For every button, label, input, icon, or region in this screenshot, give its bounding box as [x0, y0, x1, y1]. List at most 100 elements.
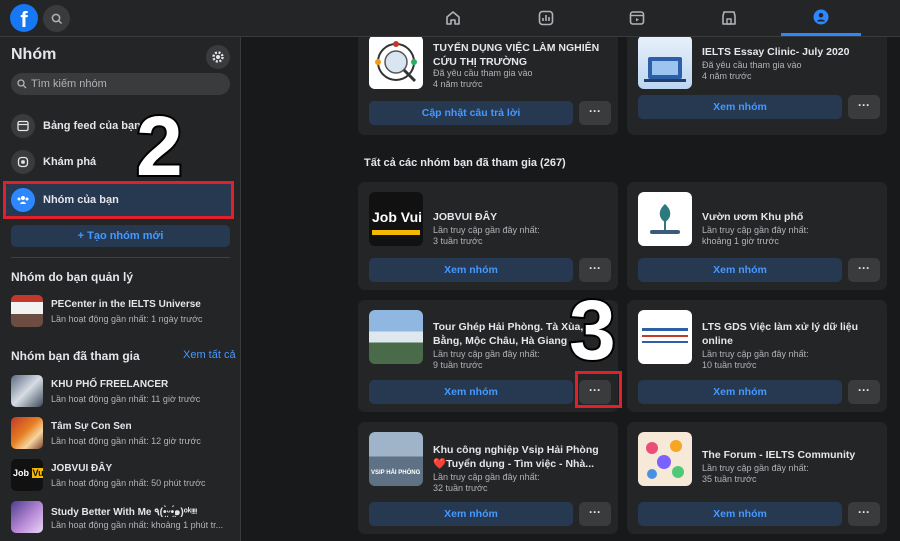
group-last-visit: Lần truy cập gần đây nhất:	[702, 225, 809, 235]
joined-group-item[interactable]: Study Better With Me ٩(•̤̀ᵕ•̤́๑)ᵒᵏᵎᵎᵎᵎ L…	[11, 501, 236, 537]
dashboard-icon	[538, 10, 554, 26]
pending-group-card: IELTS Essay Clinic- July 2020 Đã yêu cầu…	[627, 37, 887, 135]
group-name: LTS GDS Việc làm xử lý dữ liệu online	[702, 321, 859, 347]
group-last-visit: Lần truy cập gần đây nhất:	[702, 349, 809, 359]
pending-group-card: TUYỂN DỤNG VIỆC LÀM NGHIÊN CỨU THỊ TRƯỜN…	[358, 37, 618, 135]
sidebar-item-label: Khám phá	[43, 156, 97, 168]
managed-groups-heading: Nhóm do bạn quản lý	[11, 270, 133, 284]
group-thumbnail: VSIP HẢI PHÒNG	[369, 432, 423, 486]
view-group-button[interactable]: Xem nhóm	[638, 95, 842, 119]
nav-groups-tab[interactable]	[781, 0, 861, 36]
view-group-button[interactable]: Xem nhóm	[369, 502, 573, 526]
group-name: JOBVUI ĐÂY	[51, 463, 113, 474]
group-activity: Lần hoạt động gần nhất: 11 giờ trước	[51, 394, 201, 404]
sidebar-item-label: Bảng feed của bạn	[43, 120, 141, 132]
group-time: 4 năm trước	[433, 79, 483, 89]
group-activity: Lần hoạt động gần nhất: 12 giờ trước	[51, 436, 201, 446]
settings-button[interactable]	[206, 45, 230, 69]
nav-marketplace-tab[interactable]	[689, 0, 769, 36]
create-group-button[interactable]: + Tạo nhóm mới	[11, 225, 230, 247]
group-name: The Forum - IELTS Community	[702, 449, 856, 461]
facebook-logo[interactable]: f	[10, 4, 38, 32]
joined-group-item[interactable]: Tâm Sự Con Sen Lần hoạt động gần nhất: 1…	[11, 417, 236, 453]
group-name: Vườn ươm Khu phố	[702, 211, 804, 223]
step-number-2: 2	[134, 99, 185, 193]
compass-icon	[11, 150, 35, 174]
group-last-visit: Lần truy cập gần đây nhất:	[433, 225, 540, 235]
group-name: Khu công nghiệp Vsip Hải Phòng ❤️Tuyển d…	[433, 444, 599, 470]
step-number-3: 3	[567, 283, 618, 377]
search-icon	[17, 79, 27, 89]
groups-icon	[813, 9, 829, 24]
group-thumbnail	[638, 192, 692, 246]
group-time: khoảng 1 giờ trước	[702, 236, 779, 246]
top-navigation-bar: f	[0, 0, 900, 37]
view-group-button[interactable]: Xem nhóm	[638, 502, 842, 526]
group-time: 10 tuần trước	[702, 360, 757, 370]
groups-sidebar: Nhóm Tìm kiếm nhóm Bảng feed của bạn Khá…	[0, 37, 241, 541]
group-time: 35 tuần trước	[702, 474, 757, 484]
more-options-button[interactable]: ···	[579, 502, 611, 526]
group-name: IELTS Essay Clinic- July 2020	[702, 46, 850, 58]
sidebar-item-feed[interactable]: Bảng feed của bạn	[5, 109, 233, 143]
group-thumbnail	[369, 310, 423, 364]
joined-group-item[interactable]: Job Vui JOBVUI ĐÂY Lần hoạt động gần nhấ…	[11, 459, 236, 495]
group-thumbnail	[11, 417, 43, 449]
gear-icon	[212, 51, 224, 63]
view-group-button[interactable]: Xem nhóm	[369, 258, 573, 282]
sidebar-title: Nhóm	[11, 46, 57, 63]
more-options-button[interactable]: ···	[579, 101, 611, 125]
group-card: Vườn ươm Khu phố Lần truy cập gần đây nh…	[627, 182, 887, 290]
home-icon	[446, 11, 460, 25]
group-time: 32 tuần trước	[433, 483, 488, 493]
group-thumbnail	[369, 37, 423, 89]
view-group-button[interactable]: Xem nhóm	[369, 380, 573, 404]
more-options-button[interactable]: ···	[579, 258, 611, 282]
group-thumbnail	[638, 310, 692, 364]
group-status: Đã yêu cầu tham gia vào	[702, 60, 802, 70]
sidebar-item-discover[interactable]: Khám phá	[5, 145, 233, 179]
group-search-input[interactable]: Tìm kiếm nhóm	[11, 73, 230, 95]
nav-home-tab[interactable]	[413, 0, 493, 36]
more-options-button[interactable]: ···	[848, 258, 880, 282]
search-button[interactable]	[43, 5, 70, 32]
group-name: Tâm Sự Con Sen	[51, 421, 132, 432]
group-thumbnail	[11, 375, 43, 407]
group-name: JOBVUI ĐÂY	[433, 211, 498, 223]
group-name: TUYỂN DỤNG VIỆC LÀM NGHIÊN CỨU THỊ TRƯỜN…	[433, 42, 600, 68]
more-options-button[interactable]: ···	[848, 380, 880, 404]
group-card: The Forum - IELTS Community Lần truy cập…	[627, 422, 887, 534]
group-thumbnail	[638, 37, 692, 89]
nav-watch-tab[interactable]	[597, 0, 677, 36]
search-placeholder: Tìm kiếm nhóm	[31, 78, 107, 90]
group-card: Job Vui JOBVUI ĐÂY Lần truy cập gần đây …	[358, 182, 618, 290]
group-thumbnail	[11, 501, 43, 533]
search-icon	[51, 13, 62, 24]
group-card: LTS GDS Việc làm xử lý dữ liệu online Lầ…	[627, 300, 887, 412]
watch-icon	[629, 11, 645, 25]
see-all-link[interactable]: Xem tất cả	[183, 349, 236, 361]
view-group-button[interactable]: Xem nhóm	[638, 258, 842, 282]
thumbnail-text: VSIP HẢI PHÒNG	[371, 470, 421, 476]
group-thumbnail	[638, 432, 692, 486]
all-groups-heading: Tất cả các nhóm bạn đã tham gia (267)	[364, 157, 566, 169]
group-last-visit: Lần truy cập gần đây nhất:	[702, 463, 809, 473]
group-time: 3 tuần trước	[433, 236, 483, 246]
group-name: KHU PHỐ FREELANCER	[51, 379, 169, 390]
nav-dashboard-tab[interactable]	[506, 0, 586, 36]
group-time: 4 năm trước	[702, 71, 752, 81]
view-group-button[interactable]: Xem nhóm	[638, 380, 842, 404]
group-name: PECenter in the IELTS Universe	[51, 299, 201, 310]
divider	[11, 257, 230, 258]
update-answers-button[interactable]: Cập nhật câu trả lời	[369, 101, 573, 125]
more-options-button[interactable]: ···	[848, 502, 880, 526]
group-activity: Lần hoạt động gần nhất: 50 phút trước	[51, 478, 206, 488]
thumbnail-text: Job Vui	[372, 209, 423, 225]
group-activity: Lần hoạt động gần nhất: khoảng 1 phút tr…	[51, 520, 224, 530]
joined-group-item[interactable]: KHU PHỐ FREELANCER Lần hoạt động gần nhấ…	[11, 375, 236, 411]
managed-group-item[interactable]: PECenter in the IELTS Universe Lần hoạt …	[11, 295, 236, 331]
more-options-button[interactable]: ···	[848, 95, 880, 119]
group-status: Đã yêu cầu tham gia vào	[433, 68, 533, 78]
joined-groups-heading: Nhóm bạn đã tham gia	[11, 349, 140, 363]
group-thumbnail: Job Vui	[369, 192, 423, 246]
